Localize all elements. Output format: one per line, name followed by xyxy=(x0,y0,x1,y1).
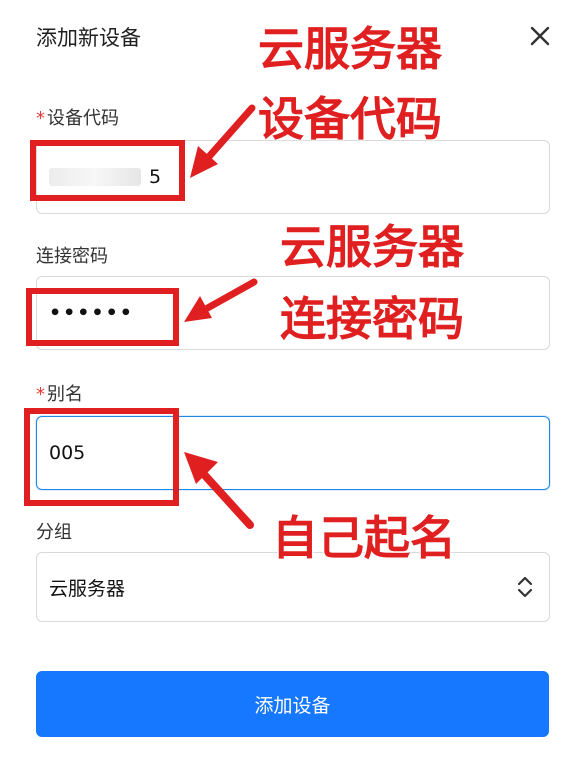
arrow-password xyxy=(200,278,258,314)
arrow-device-code xyxy=(202,104,256,164)
annotation-text: 云服务器 xyxy=(258,22,442,76)
annotation-text: 设备代码 xyxy=(258,92,442,146)
arrow-alias xyxy=(196,466,254,529)
annotation-text: 连接密码 xyxy=(280,292,464,346)
annotation-text: 自己起名 xyxy=(272,511,456,565)
annotation-text: 云服务器 xyxy=(280,220,464,274)
